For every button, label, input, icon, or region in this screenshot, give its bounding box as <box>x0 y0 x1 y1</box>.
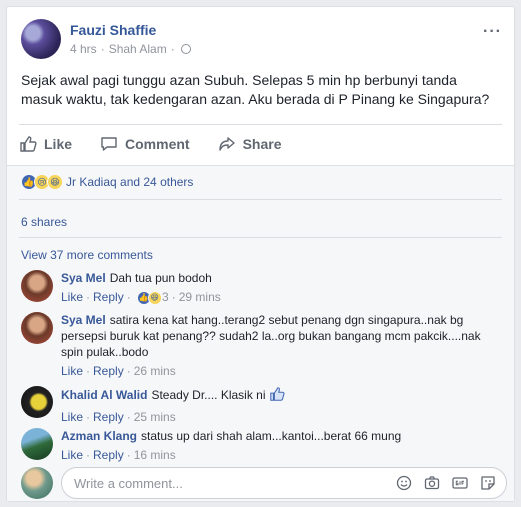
comment-time[interactable]: 29 mins <box>179 290 221 304</box>
current-user-avatar <box>21 467 53 499</box>
commenter-name[interactable]: Sya Mel <box>61 313 106 327</box>
globe-icon <box>180 44 191 54</box>
comment-button[interactable]: Comment <box>100 135 190 153</box>
comment-reply-link[interactable]: Reply <box>93 410 124 424</box>
comment-body: Sya Mel satira kena kat hang..terang2 seb… <box>61 312 501 379</box>
emoji-icon[interactable] <box>396 475 412 491</box>
comment-like-link[interactable]: Like <box>61 448 83 462</box>
reaction-icons: 👍 😢 😆 <box>21 174 63 190</box>
comment-actions: Like · Reply · 25 mins <box>61 410 176 424</box>
more-options-icon[interactable]: ··· <box>483 23 502 41</box>
post-meta: 4 hrs · Shah Alam · <box>70 42 191 56</box>
haha-reaction-icon: 😆 <box>47 174 63 190</box>
post-text: Sejak awal pagi tunggu azan Subuh. Selep… <box>21 72 490 107</box>
sticker-icon[interactable] <box>480 475 496 491</box>
author-avatar[interactable] <box>21 19 61 59</box>
post-time[interactable]: 4 hrs <box>70 42 97 56</box>
comment-text: status up dari shah alam...kantoi...bera… <box>141 429 402 443</box>
thumbs-up-icon <box>20 136 37 152</box>
comment-icon <box>101 137 117 151</box>
view-more-comments-link[interactable]: View 37 more comments <box>21 248 153 262</box>
comments-section: 👍 😢 😆 Jr Kadiaq and 24 others 6 shares V… <box>7 165 514 501</box>
share-button[interactable]: Share <box>218 135 282 153</box>
commenter-avatar[interactable] <box>21 270 53 302</box>
commenter-name[interactable]: Sya Mel <box>61 271 106 285</box>
comment-actions: Like · Reply · 26 mins <box>61 364 176 378</box>
camera-icon[interactable] <box>424 475 440 491</box>
commenter-avatar[interactable] <box>21 386 53 418</box>
meta-separator: · <box>170 42 175 56</box>
comment-input-placeholder: Write a comment... <box>74 476 183 491</box>
comment-reply-link[interactable]: Reply <box>93 290 124 304</box>
post-card: Fauzi Shaffie 4 hrs · Shah Alam · ··· Se… <box>6 6 515 502</box>
author-name[interactable]: Fauzi Shaffie <box>70 22 156 38</box>
comment-reply-link[interactable]: Reply <box>93 364 124 378</box>
comment-actions: Like · Reply · 👍 😆 3 · 29 mins <box>61 290 221 305</box>
shares-count[interactable]: 6 shares <box>21 215 67 229</box>
comment-body: Sya Mel Dah tua pun bodoh Like · Reply · 👍 😆 3… <box>61 270 501 305</box>
commenter-avatar[interactable] <box>21 428 53 460</box>
meta-separator: · <box>100 42 105 56</box>
like-label: Like <box>44 136 73 152</box>
post-header: Fauzi Shaffie 4 hrs · Shah Alam · ··· <box>21 19 502 65</box>
comment-reactions[interactable]: 👍 😆 <box>136 290 162 305</box>
divider <box>19 237 502 238</box>
haha-reaction-icon: 😆 <box>147 290 162 305</box>
comment-time[interactable]: 16 mins <box>134 448 176 462</box>
comment-input[interactable]: Write a comment... <box>61 467 507 499</box>
comment-input-tools <box>396 475 496 491</box>
comment-actions: Like · Reply · 16 mins <box>61 448 176 462</box>
comment-time[interactable]: 25 mins <box>134 410 176 424</box>
comment-like-link[interactable]: Like <box>61 410 83 424</box>
comment-label: Comment <box>125 136 190 152</box>
commenter-avatar[interactable] <box>21 312 53 344</box>
comment-text: Steady Dr.... Klasik ni <box>151 388 266 403</box>
post-location[interactable]: Shah Alam <box>109 42 167 56</box>
comment-like-link[interactable]: Like <box>61 364 83 378</box>
thumbs-up-emoji-icon <box>269 386 285 406</box>
comment-body: Azman Klang status up dari shah alam...ka… <box>61 428 501 463</box>
comment-reaction-count: 3 <box>162 290 169 304</box>
commenter-name[interactable]: Khalid Al Walid <box>61 388 147 402</box>
share-icon <box>218 137 235 151</box>
comment-body: Khalid Al Walid Steady Dr.... Klasik ni L… <box>61 386 501 425</box>
comment-like-link[interactable]: Like <box>61 290 83 304</box>
reactions-summary[interactable]: 👍 😢 😆 Jr Kadiaq and 24 others <box>21 174 193 190</box>
comment-text: Dah tua pun bodoh <box>109 271 212 285</box>
divider <box>19 199 502 200</box>
write-comment-row: Write a comment... <box>21 467 507 499</box>
comment-text: satira kena kat hang..terang2 sebut pena… <box>61 313 481 359</box>
like-button[interactable]: Like <box>19 135 72 153</box>
reactions-text[interactable]: Jr Kadiaq and 24 others <box>66 175 193 189</box>
gif-icon[interactable] <box>452 475 468 491</box>
share-label: Share <box>242 136 282 152</box>
comment-reply-link[interactable]: Reply <box>93 448 124 462</box>
post-actions: Like Comment Share <box>19 125 504 163</box>
commenter-name[interactable]: Azman Klang <box>61 429 137 443</box>
comment-time[interactable]: 26 mins <box>134 364 176 378</box>
